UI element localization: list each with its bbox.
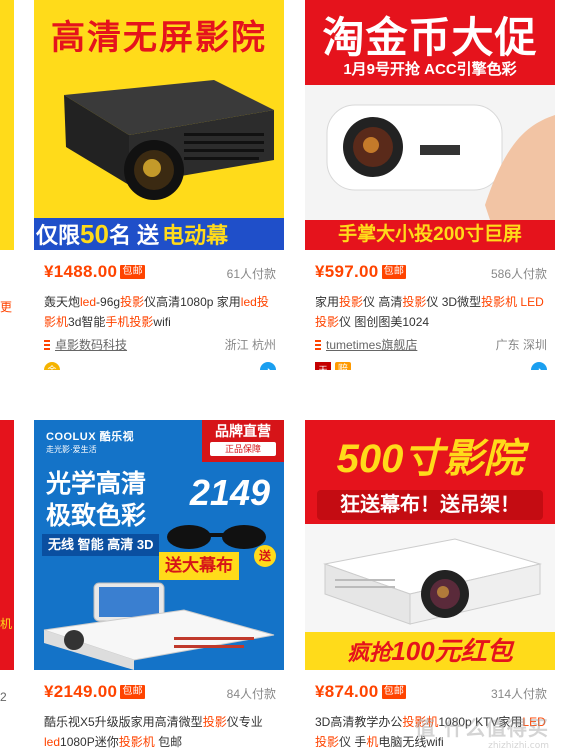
- banner-headline: 高清无屏影院: [51, 19, 267, 57]
- product-image[interactable]: 高清无屏影院 仅限50名 送电动幕: [34, 0, 284, 250]
- product-image[interactable]: 500寸影院 狂送幕布！送吊架！ 疯抢100元红包: [305, 420, 555, 670]
- shop-stripes-icon: [44, 340, 50, 350]
- banner-bottom: 手掌大小投200寸巨屏: [305, 220, 555, 250]
- product-card[interactable]: 500寸影院 狂送幕布！送吊架！ 疯抢100元红包 ¥874.00 包邮 314人…: [305, 420, 555, 751]
- site-watermark: 值 什么值得买 zhizhizhi.com: [415, 716, 549, 751]
- product-title-link[interactable]: 家用投影仪 高清投影仪 3D微型投影机 LED 投影仪 图创图美1024: [315, 292, 551, 332]
- shop-row: tumetimes旗舰店 广东 深圳: [315, 336, 547, 354]
- promo-price: 2149: [189, 472, 270, 513]
- product-card[interactable]: 淘金币大促 1月9号开抢 ACC引擎色彩 手掌大小投200寸巨屏 ¥597.00…: [305, 0, 555, 370]
- banner-headline: 500寸影院: [336, 437, 524, 481]
- sales-count: 314人付款: [490, 687, 547, 701]
- projector-image: [326, 104, 555, 220]
- free-shipping-badge: 包邮: [381, 685, 407, 699]
- banner-text: 仅限: [36, 223, 81, 248]
- banner-subline: 狂送幕布！送吊架！: [317, 490, 543, 520]
- price: ¥1488.00 包邮: [44, 262, 145, 281]
- price: ¥874.00 包邮: [315, 682, 407, 701]
- shop-link[interactable]: 卓影数码科技: [55, 338, 127, 352]
- banner-headline: 光学高清 极致色彩: [46, 470, 147, 530]
- price-row: ¥597.00 包邮 586人付款: [315, 262, 547, 284]
- location: 浙江 杭州: [224, 338, 276, 352]
- shop-link[interactable]: tumetimes旗舰店: [326, 338, 417, 352]
- projector-image: [43, 582, 275, 670]
- gold-medal-icon: 金: [44, 362, 60, 370]
- shop-row: 卓影数码科技 浙江 杭州: [44, 336, 276, 354]
- sales-count: 586人付款: [490, 267, 547, 281]
- product-card[interactable]: 高清无屏影院 仅限50名 送电动幕 ¥1488.00 包邮 61人付款 轰天炮le…: [34, 0, 284, 370]
- banner-subline: 1月9号开抢 ACC引擎色彩: [343, 61, 517, 78]
- product-card[interactable]: COOLUX 酷乐视 走光影·爱生活 品牌直营 正品保障 光学高清 极致色彩 无…: [34, 420, 284, 751]
- badge-row: 金 ◕: [44, 362, 276, 370]
- banner-headline: 淘金币大促: [322, 14, 538, 61]
- brand-logo: COOLUX 酷乐视 走光影·爱生活: [46, 431, 135, 454]
- left-fragment-text: 机: [0, 617, 13, 631]
- corner-badge: 品牌直营 正品保障: [202, 420, 284, 462]
- price: ¥2149.00 包邮: [44, 682, 145, 701]
- location: 广东 深圳: [495, 338, 547, 352]
- price-row: ¥1488.00 包邮 61人付款: [44, 262, 276, 284]
- banner-bottom: 仅限50名 送电动幕: [34, 218, 284, 250]
- banner-text: 电动幕: [162, 223, 229, 248]
- product-image[interactable]: 淘金币大促 1月9号开抢 ACC引擎色彩 手掌大小投200寸巨屏: [305, 0, 555, 250]
- left-fragment-text: 2: [0, 690, 7, 704]
- banner-number: 50: [80, 219, 109, 249]
- free-shipping-badge: 包邮: [381, 265, 407, 279]
- badge-row: 天 赔 ◕: [315, 362, 547, 370]
- sales-count: 84人付款: [226, 687, 276, 701]
- feature-strip: 无线 智能 高清 3D: [42, 534, 160, 556]
- sales-count: 61人付款: [226, 267, 276, 281]
- left-column-fragment: 更 机 2: [0, 0, 14, 751]
- free-shipping-badge: 包邮: [120, 685, 145, 699]
- wangwang-chat-icon[interactable]: ◕: [260, 362, 276, 370]
- price: ¥597.00 包邮: [315, 262, 407, 281]
- product-title-link[interactable]: 轰天炮led-96g投影仪高清1080p 家用led投 影机3d智能手机投影wif…: [44, 292, 280, 332]
- gift-tag: 送: [254, 545, 276, 567]
- product-title-link[interactable]: 酷乐视X5升级版家用高清微型投影仪专业 led1080P迷你投影机 包邮: [44, 712, 280, 751]
- free-shipping-badge: 包邮: [120, 265, 145, 279]
- wangwang-chat-icon[interactable]: ◕: [531, 362, 547, 370]
- compensation-badge: 赔: [335, 362, 351, 370]
- projector-image: [323, 538, 542, 625]
- projector-image: [64, 80, 274, 200]
- banner-bottom: 疯抢100元红包: [305, 632, 555, 670]
- product-image[interactable]: COOLUX 酷乐视 走光影·爱生活 品牌直营 正品保障 光学高清 极致色彩 无…: [34, 420, 284, 670]
- tmall-icon: 天: [315, 362, 331, 370]
- shop-stripes-icon: [315, 340, 321, 350]
- left-fragment-text: 更: [0, 300, 13, 314]
- price-row: ¥874.00 包邮 314人付款: [315, 682, 547, 704]
- price-row: ¥2149.00 包邮 84人付款: [44, 682, 276, 704]
- banner-text: 名 送: [108, 223, 160, 248]
